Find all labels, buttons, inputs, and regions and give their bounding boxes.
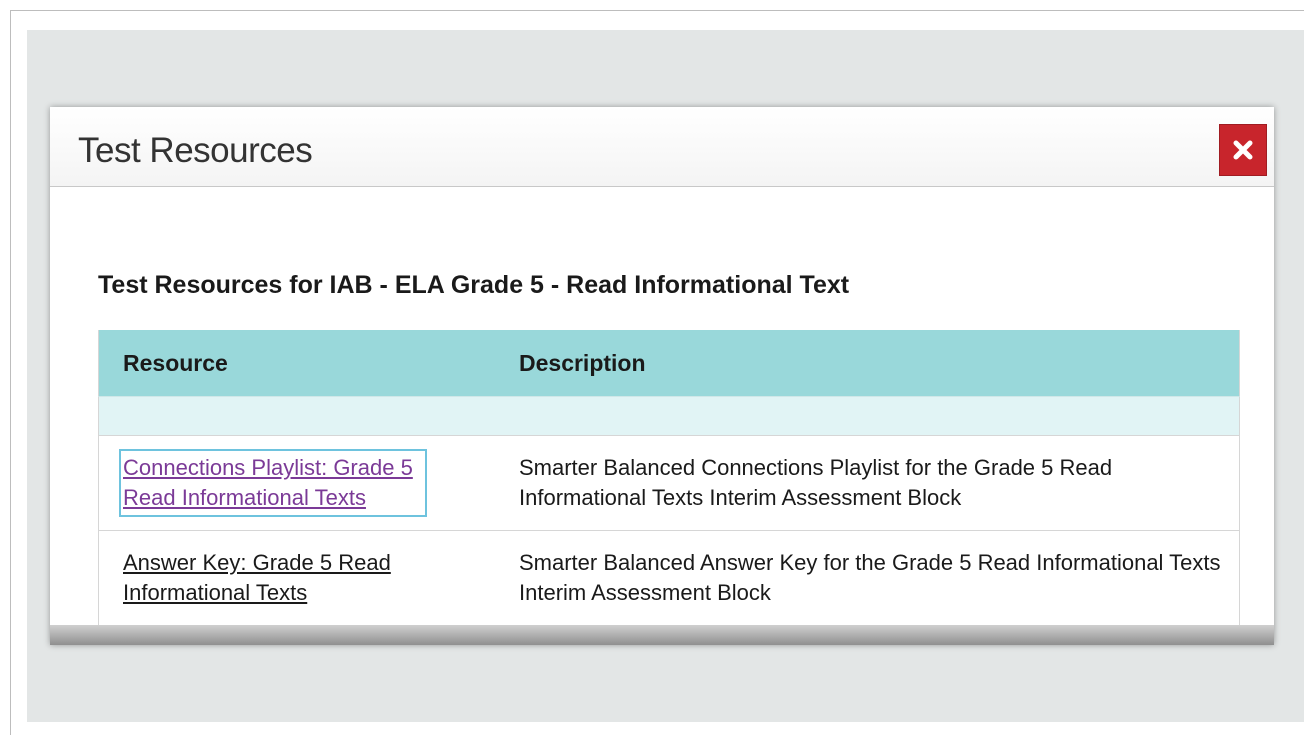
table-row: Answer Key: Grade 5 Read Informational T… [98,530,1240,626]
filter-cell [495,396,1240,436]
table-filter-row [98,396,1240,436]
section-heading: Test Resources for IAB - ELA Grade 5 - R… [98,271,850,299]
connections-playlist-link[interactable]: Connections Playlist: Grade 5 Read Infor… [119,449,427,517]
column-header-description: Description [495,330,1240,397]
modal-title: Test Resources [78,131,313,170]
close-button[interactable] [1219,124,1267,176]
description-cell: Smarter Balanced Answer Key for the Grad… [495,530,1240,626]
description-cell: Smarter Balanced Connections Playlist fo… [495,435,1240,531]
test-resources-modal: Test Resources Test Resources for IAB - … [50,107,1274,645]
table-row: Connections Playlist: Grade 5 Read Infor… [98,435,1240,531]
resources-table: Resource Description Connections Playlis… [98,330,1240,626]
modal-bottom-bar [50,625,1274,645]
answer-key-link[interactable]: Answer Key: Grade 5 Read Informational T… [123,548,423,608]
table-header-row: Resource Description [98,330,1240,397]
resource-cell: Connections Playlist: Grade 5 Read Infor… [98,435,495,531]
close-x-icon [1233,140,1253,160]
column-header-resource: Resource [98,330,495,397]
modal-header: Test Resources [50,107,1274,187]
resource-cell: Answer Key: Grade 5 Read Informational T… [98,530,495,626]
filter-cell [98,396,495,436]
